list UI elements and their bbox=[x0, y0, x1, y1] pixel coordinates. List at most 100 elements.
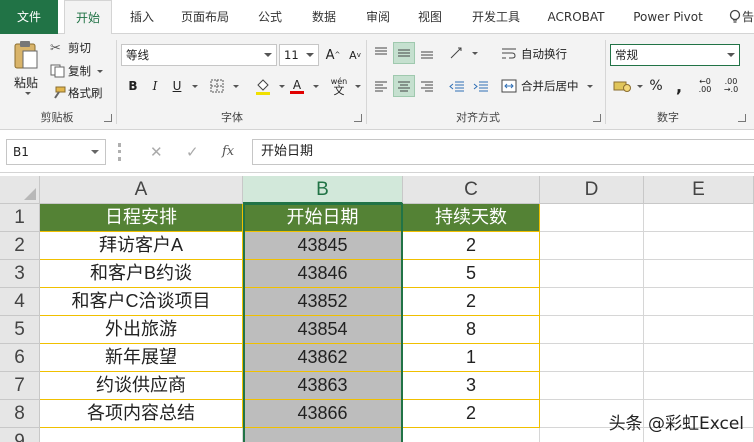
table-cell[interactable]: 和客户B约谈 bbox=[40, 260, 243, 288]
select-all-button[interactable] bbox=[0, 176, 40, 204]
table-cell[interactable]: 约谈供应商 bbox=[40, 372, 243, 400]
percent-style-button[interactable]: % bbox=[645, 75, 667, 97]
table-cell[interactable]: 5 bbox=[403, 260, 540, 288]
clipboard-dialog-launcher[interactable] bbox=[104, 114, 112, 122]
column-header-c[interactable]: C bbox=[403, 176, 540, 204]
tab-developer[interactable]: 开发工具 bbox=[462, 0, 530, 34]
borders-button[interactable] bbox=[206, 75, 228, 97]
orientation-dropdown-arrow[interactable] bbox=[472, 52, 478, 55]
enter-icon[interactable]: ✓ bbox=[186, 139, 199, 165]
empty-cell[interactable] bbox=[644, 372, 754, 400]
number-dialog-launcher[interactable] bbox=[738, 114, 746, 122]
tab-review[interactable]: 审阅 bbox=[358, 0, 398, 34]
cut-button[interactable]: ✂ 剪切 bbox=[50, 40, 91, 56]
align-middle-button[interactable] bbox=[393, 42, 415, 64]
formula-bar-splitter[interactable] bbox=[118, 143, 121, 161]
number-format-select[interactable]: 常规 bbox=[610, 44, 740, 66]
table-header-cell[interactable]: 日程安排 bbox=[40, 204, 243, 232]
table-cell[interactable]: 43845 bbox=[243, 232, 403, 260]
font-color-button[interactable]: A bbox=[286, 75, 308, 97]
tab-acrobat[interactable]: ACROBAT bbox=[540, 0, 612, 34]
column-header-e[interactable]: E bbox=[644, 176, 754, 204]
table-cell[interactable]: 2 bbox=[403, 232, 540, 260]
table-cell[interactable]: 43866 bbox=[243, 400, 403, 428]
accounting-format-button[interactable] bbox=[611, 75, 633, 97]
empty-cell[interactable] bbox=[540, 204, 644, 232]
table-cell[interactable]: 43863 bbox=[243, 372, 403, 400]
align-top-button[interactable] bbox=[370, 42, 392, 64]
table-cell[interactable]: 1 bbox=[403, 344, 540, 372]
empty-cell[interactable] bbox=[540, 232, 644, 260]
row-header[interactable]: 2 bbox=[0, 232, 40, 260]
font-family-select[interactable]: 等线 bbox=[121, 44, 277, 66]
row-header[interactable]: 5 bbox=[0, 316, 40, 344]
fill-color-dropdown-arrow[interactable] bbox=[279, 85, 285, 88]
row-header[interactable]: 7 bbox=[0, 372, 40, 400]
tab-home[interactable]: 开始 bbox=[64, 0, 112, 35]
empty-cell[interactable] bbox=[40, 428, 243, 442]
format-painter-button[interactable]: 格式刷 bbox=[50, 85, 103, 101]
decrease-decimal-button[interactable]: .00 →.0 bbox=[720, 75, 742, 97]
empty-cell[interactable] bbox=[644, 260, 754, 288]
align-left-button[interactable] bbox=[370, 75, 392, 97]
increase-indent-button[interactable] bbox=[470, 75, 492, 97]
name-box[interactable]: B1 bbox=[6, 139, 106, 165]
table-cell[interactable]: 43846 bbox=[243, 260, 403, 288]
empty-cell[interactable] bbox=[644, 204, 754, 232]
empty-cell[interactable] bbox=[540, 372, 644, 400]
wrap-text-button[interactable]: 自动换行 bbox=[501, 46, 567, 62]
insert-function-icon[interactable]: fx bbox=[222, 139, 234, 165]
table-cell[interactable]: 拜访客户A bbox=[40, 232, 243, 260]
empty-cell[interactable] bbox=[243, 428, 403, 442]
table-header-cell[interactable]: 持续天数 bbox=[403, 204, 540, 232]
empty-cell[interactable] bbox=[540, 260, 644, 288]
tab-insert[interactable]: 插入 bbox=[122, 0, 162, 34]
column-header-d[interactable]: D bbox=[540, 176, 644, 204]
empty-cell[interactable] bbox=[540, 288, 644, 316]
table-cell[interactable]: 2 bbox=[403, 400, 540, 428]
empty-cell[interactable] bbox=[540, 344, 644, 372]
copy-dropdown-arrow[interactable] bbox=[97, 69, 103, 73]
increase-font-size-button[interactable]: A ^ bbox=[322, 44, 344, 66]
tab-view[interactable]: 视图 bbox=[410, 0, 450, 34]
font-size-select[interactable]: 11 bbox=[279, 44, 319, 66]
font-dialog-launcher[interactable] bbox=[354, 114, 362, 122]
tab-page-layout[interactable]: 页面布局 bbox=[174, 0, 236, 34]
align-center-button[interactable] bbox=[393, 75, 415, 97]
increase-decimal-button[interactable]: ←0.00 bbox=[694, 75, 716, 97]
fill-color-button[interactable] bbox=[252, 75, 274, 97]
cancel-icon[interactable]: ✕ bbox=[150, 139, 163, 165]
tab-tell-me[interactable]: 告 bbox=[742, 0, 754, 34]
table-cell[interactable]: 43862 bbox=[243, 344, 403, 372]
table-cell[interactable]: 43854 bbox=[243, 316, 403, 344]
empty-cell[interactable] bbox=[644, 316, 754, 344]
tab-file[interactable]: 文件 bbox=[0, 0, 58, 34]
row-header[interactable]: 6 bbox=[0, 344, 40, 372]
empty-cell[interactable] bbox=[644, 344, 754, 372]
underline-dropdown-arrow[interactable] bbox=[192, 85, 198, 88]
row-header[interactable]: 4 bbox=[0, 288, 40, 316]
empty-cell[interactable] bbox=[540, 316, 644, 344]
table-header-cell[interactable]: 开始日期 bbox=[243, 204, 403, 232]
tab-formulas[interactable]: 公式 bbox=[250, 0, 290, 34]
copy-button[interactable]: 复制 bbox=[50, 63, 103, 79]
table-cell[interactable]: 新年展望 bbox=[40, 344, 243, 372]
merge-dropdown-arrow[interactable] bbox=[586, 84, 593, 88]
align-right-button[interactable] bbox=[416, 75, 438, 97]
table-cell[interactable]: 8 bbox=[403, 316, 540, 344]
column-header-a[interactable]: A bbox=[40, 176, 243, 204]
merge-center-button[interactable]: 合并后居中 bbox=[501, 78, 593, 94]
column-header-b[interactable]: B bbox=[243, 176, 403, 204]
table-cell[interactable]: 和客户C洽谈项目 bbox=[40, 288, 243, 316]
underline-button[interactable]: U bbox=[166, 75, 188, 97]
align-bottom-button[interactable] bbox=[416, 42, 438, 64]
row-header[interactable]: 3 bbox=[0, 260, 40, 288]
bold-button[interactable]: B bbox=[122, 75, 144, 97]
row-header[interactable]: 1 bbox=[0, 204, 40, 232]
italic-button[interactable]: I bbox=[144, 75, 166, 97]
alignment-dialog-launcher[interactable] bbox=[593, 114, 601, 122]
phonetic-guide-button[interactable]: wén 文 bbox=[328, 75, 350, 97]
table-cell[interactable]: 外出旅游 bbox=[40, 316, 243, 344]
empty-cell[interactable] bbox=[644, 232, 754, 260]
row-header[interactable]: 9 bbox=[0, 428, 40, 442]
